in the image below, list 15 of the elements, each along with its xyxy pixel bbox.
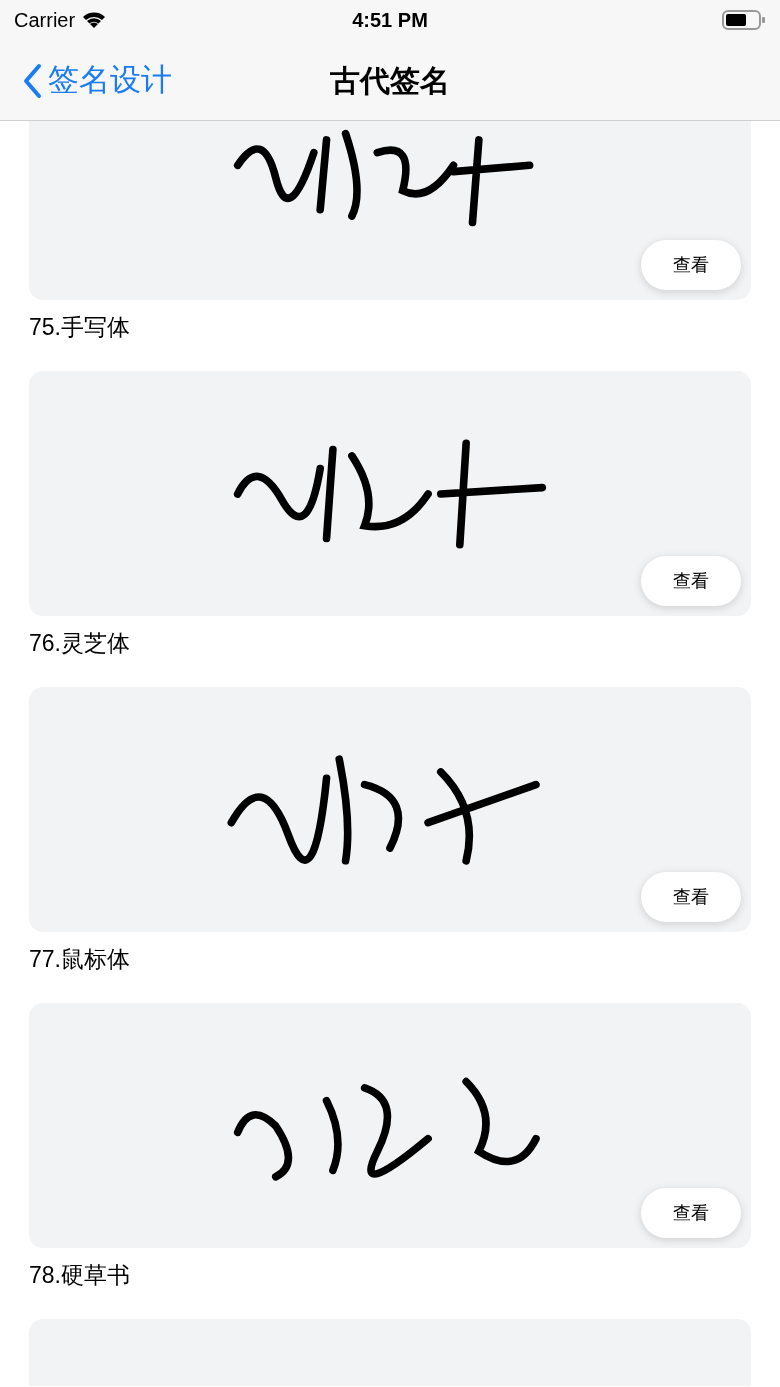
font-style-caption: 78.硬草书 [29, 1262, 130, 1288]
view-button[interactable]: 查看 [641, 872, 741, 922]
view-button[interactable]: 查看 [641, 556, 741, 606]
font-style-caption: 76.灵芝体 [29, 630, 130, 656]
back-chevron-icon [22, 62, 42, 99]
carrier-name: Carrier [14, 8, 76, 33]
status-time: 4:51 PM [352, 8, 428, 33]
wifi-icon [81, 10, 108, 30]
back-button[interactable]: 签名设计 [0, 57, 172, 104]
view-button[interactable]: 查看 [641, 240, 741, 290]
battery-icon [722, 9, 766, 31]
view-button[interactable]: 查看 [641, 1188, 741, 1238]
nav-title: 古代签名 [330, 63, 450, 99]
font-style-caption: 75.手写体 [29, 314, 130, 340]
font-style-caption: 77.鼠标体 [29, 946, 130, 972]
